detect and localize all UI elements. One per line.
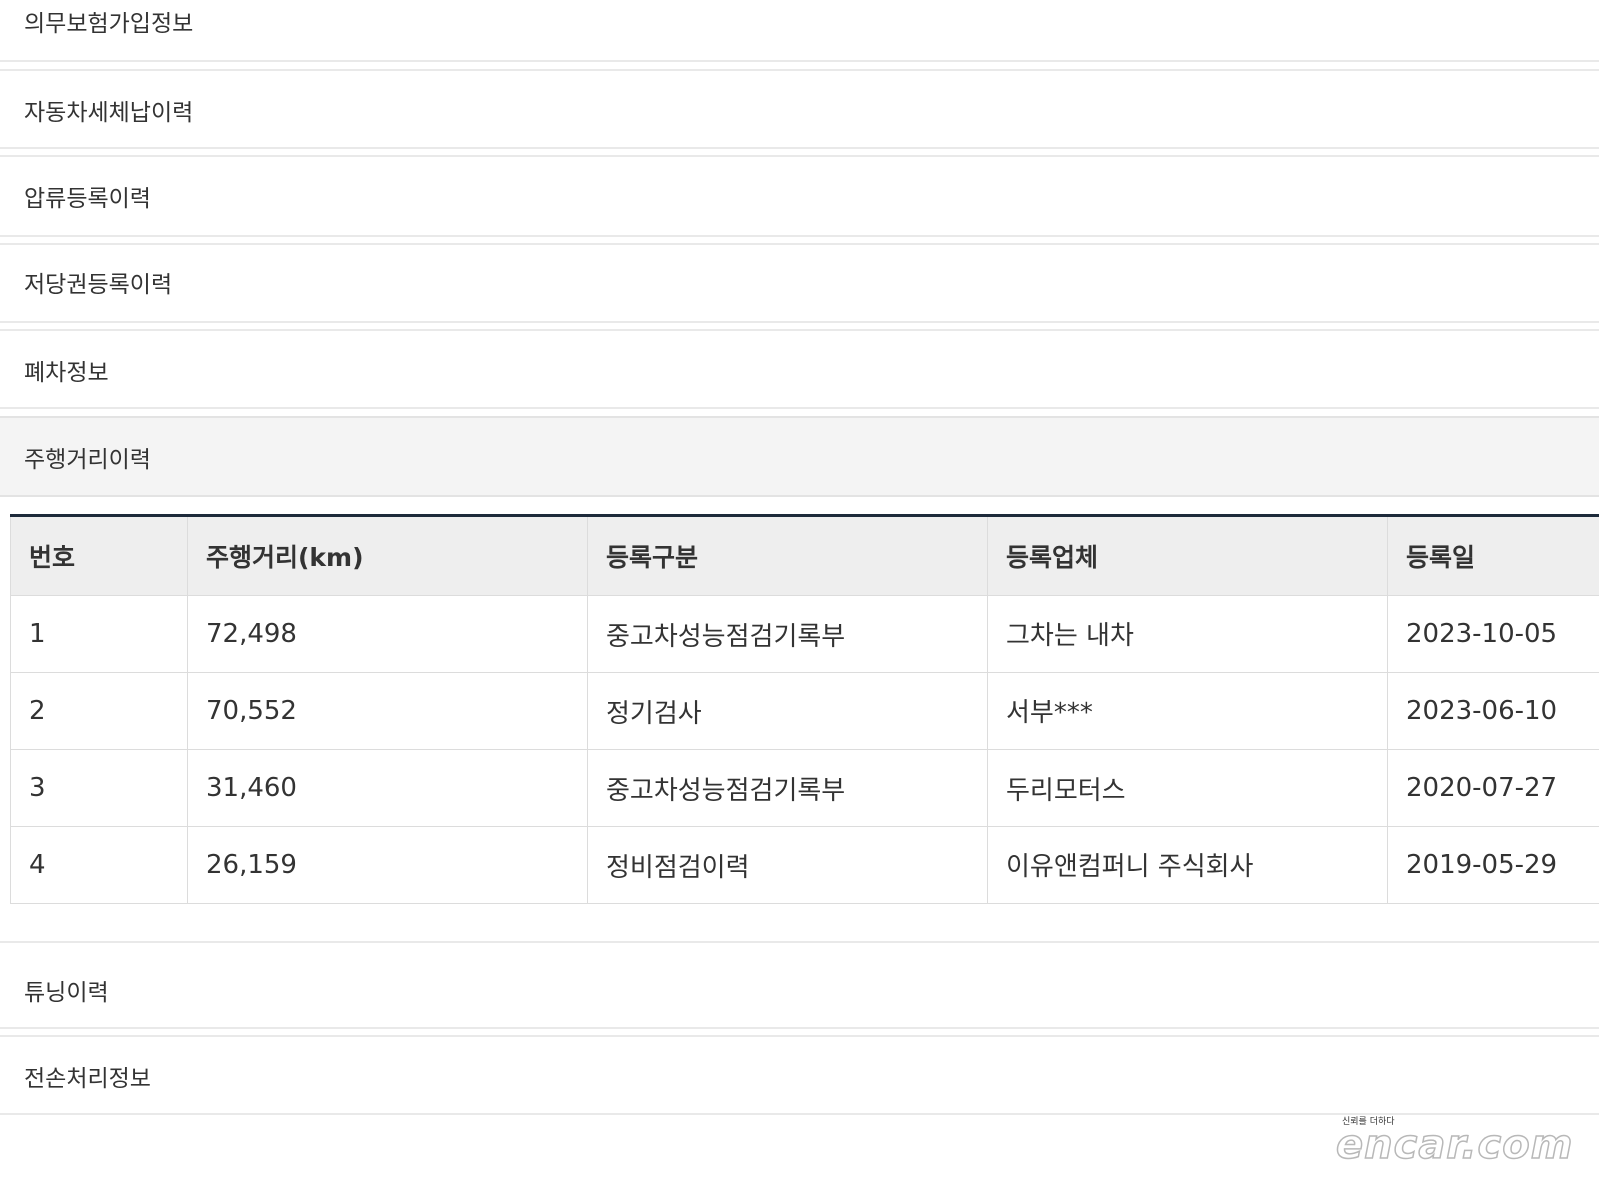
table-row: 1 72,498 중고차성능점검기록부 그차는 내차 2023-10-05 [10, 594, 1599, 673]
cell-mileage: 72,498 [187, 594, 588, 673]
cell-registration-date: 2020-07-27 [1387, 748, 1599, 827]
table-row: 3 31,460 중고차성능점검기록부 두리모터스 2020-07-27 [10, 748, 1599, 827]
section-total-loss[interactable]: 전손처리정보 [0, 1035, 1599, 1115]
header-mileage: 주행거리(km) [187, 517, 588, 595]
header-registration-date: 등록일 [1387, 517, 1599, 595]
table-row: 4 26,159 정비점검이력 이유앤컴퍼니 주식회사 2019-05-29 [10, 825, 1599, 904]
section-tax[interactable]: 자동차세체납이력 [0, 69, 1599, 149]
logo-wordmark: encar.com [1335, 1121, 1574, 1169]
section-tuning-label: 튜닝이력 [24, 980, 109, 1006]
table-header-row: 번호 주행거리(km) 등록구분 등록업체 등록일 [10, 517, 1599, 595]
section-total-loss-label: 전손처리정보 [24, 1066, 151, 1092]
table-row: 2 70,552 정기검사 서부*** 2023-06-10 [10, 671, 1599, 750]
cell-registration-date: 2019-05-29 [1387, 825, 1599, 904]
section-mileage[interactable]: 주행거리이력 [0, 416, 1599, 497]
header-number: 번호 [10, 517, 188, 595]
section-scrap[interactable]: 폐차정보 [0, 329, 1599, 409]
cell-registration-type: 중고차성능점검기록부 [587, 748, 988, 827]
cell-registrar: 서부*** [987, 671, 1388, 750]
cell-mileage: 31,460 [187, 748, 588, 827]
cell-registration-type: 정기검사 [587, 671, 988, 750]
cell-registrar: 두리모터스 [987, 748, 1388, 827]
section-insurance-label: 의무보험가입정보 [24, 11, 194, 37]
section-mortgage-label: 저당권등록이력 [24, 272, 173, 298]
cell-registrar: 이유앤컴퍼니 주식회사 [987, 825, 1388, 904]
cell-number: 3 [10, 748, 188, 827]
cell-registration-date: 2023-06-10 [1387, 671, 1599, 750]
header-registration-type: 등록구분 [587, 517, 988, 595]
cell-mileage: 26,159 [187, 825, 588, 904]
section-mortgage[interactable]: 저당권등록이력 [0, 243, 1599, 323]
section-tuning[interactable]: 튜닝이력 [0, 941, 1599, 1029]
cell-registration-type: 중고차성능점검기록부 [587, 594, 988, 673]
cell-registrar: 그차는 내차 [987, 594, 1388, 673]
section-seizure[interactable]: 압류등록이력 [0, 155, 1599, 237]
cell-number: 1 [10, 594, 188, 673]
section-insurance[interactable]: 의무보험가입정보 [0, 0, 1599, 62]
cell-mileage: 70,552 [187, 671, 588, 750]
section-seizure-label: 압류등록이력 [24, 186, 151, 212]
encar-logo: 신뢰를 더하다 encar.com [1335, 1112, 1573, 1172]
mileage-history-table: 번호 주행거리(km) 등록구분 등록업체 등록일 1 72,498 중고차성능… [10, 517, 1599, 904]
cell-registration-date: 2023-10-05 [1387, 594, 1599, 673]
cell-registration-type: 정비점검이력 [587, 825, 988, 904]
mileage-table: 번호 주행거리(km) 등록구분 등록업체 등록일 1 72,498 중고차성능… [10, 514, 1599, 904]
section-tax-label: 자동차세체납이력 [24, 100, 194, 126]
page: 의무보험가입정보 자동차세체납이력 압류등록이력 저당권등록이력 폐차정보 주행… [0, 0, 1599, 1200]
section-mileage-label: 주행거리이력 [24, 447, 151, 473]
cell-number: 4 [10, 825, 188, 904]
header-registrar: 등록업체 [987, 517, 1388, 595]
section-scrap-label: 폐차정보 [24, 360, 109, 386]
cell-number: 2 [10, 671, 188, 750]
